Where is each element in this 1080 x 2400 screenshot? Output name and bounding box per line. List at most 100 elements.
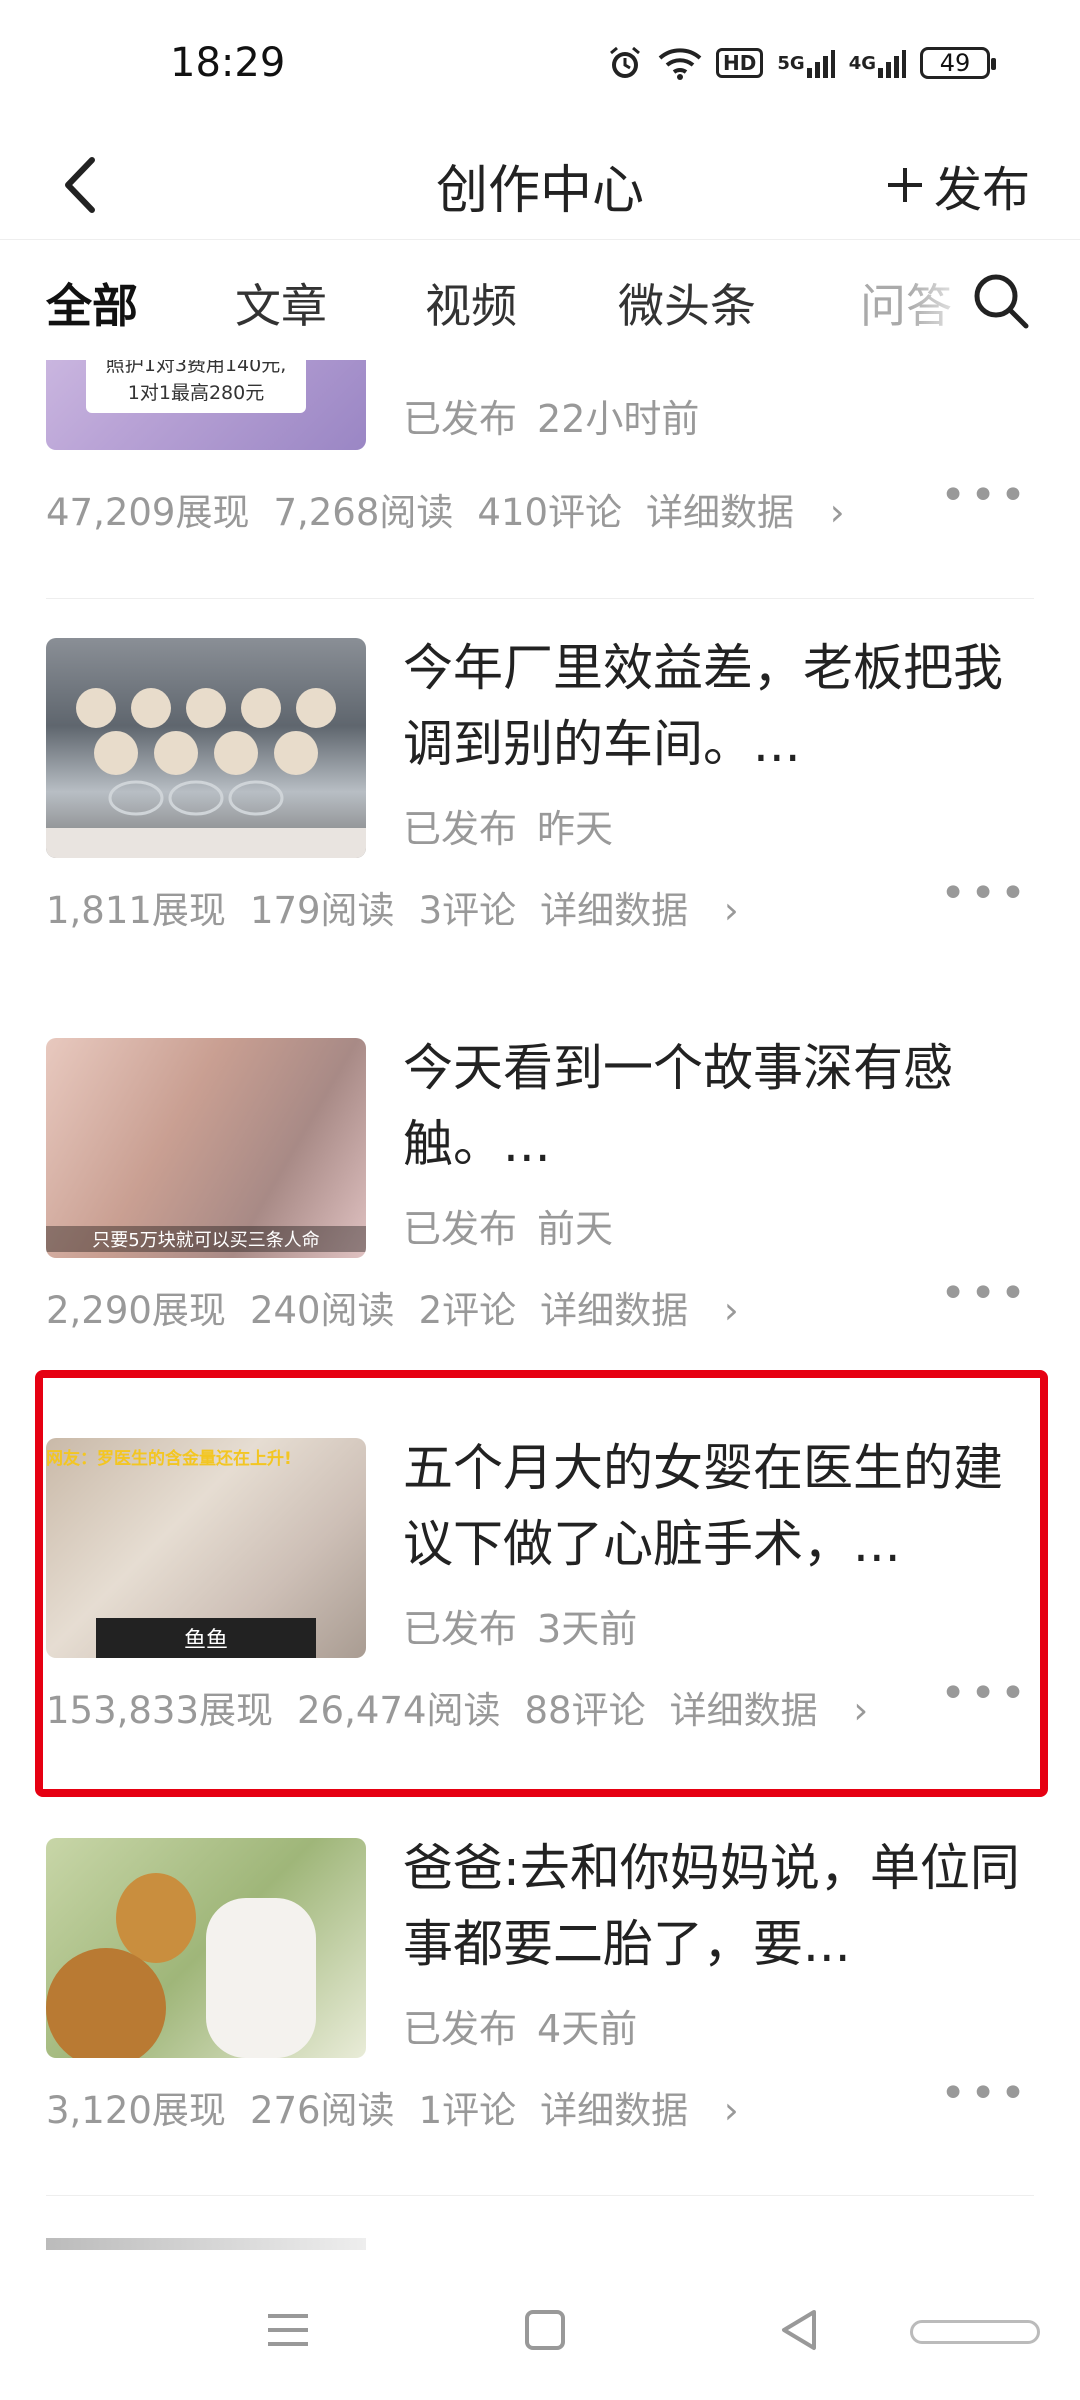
tab-articles[interactable]: 文章: [235, 270, 327, 336]
thumbnail-caption: 只要5万块就可以买三条人命: [46, 1226, 366, 1252]
item-stats: 2,290展现 240阅读 2评论 详细数据 ›: [46, 1280, 763, 1334]
system-nav-bar: [0, 2250, 1080, 2400]
thumbnail-caption: 照护1对3费用140元, 1对1最高280元: [86, 360, 306, 413]
item-meta: 已发布 前天: [403, 1198, 613, 1253]
home-button[interactable]: [515, 2300, 575, 2360]
menu-button[interactable]: [258, 2300, 318, 2360]
divider: [46, 598, 1034, 599]
status-time: 18:29: [170, 40, 286, 86]
list-item[interactable]: 照护1对3费用140元, 1对1最高280元 已发布 22小时前 47,209展现…: [0, 360, 1080, 630]
signal-4g-icon: 4G: [849, 48, 906, 78]
list-item[interactable]: 网友：罗医生的含金量还在上升! 鱼鱼 五个月大的女婴在医生的建议下做了心脏手术，…: [0, 1430, 1080, 1830]
item-meta: 已发布 昨天: [403, 798, 613, 853]
reads-count: 26,474阅读: [297, 1689, 501, 1732]
publish-status: 已发布: [403, 2007, 518, 2051]
item-stats: 1,811展现 179阅读 3评论 详细数据 ›: [46, 880, 763, 934]
item-headline[interactable]: 爸爸:去和你妈妈说，单位同事都要二胎了，要...: [403, 1830, 1033, 1982]
status-bar: 18:29 HD 5G 4G 49: [0, 0, 1080, 130]
back-nav-button[interactable]: [770, 2300, 830, 2360]
item-headline[interactable]: 五个月大的女婴在医生的建议下做了心脏手术，...: [403, 1430, 1033, 1582]
comments-count: 3评论: [418, 889, 517, 932]
search-button[interactable]: [970, 270, 1032, 332]
thumbnail-image: [46, 1838, 366, 2058]
item-stats: 3,120展现 276阅读 1评论 详细数据 ›: [46, 2080, 763, 2134]
publish-time: 前天: [537, 1207, 614, 1251]
content-list: 照护1对3费用140元, 1对1最高280元 已发布 22小时前 47,209展现…: [0, 360, 1080, 2260]
item-headline[interactable]: 今年厂里效益差，老板把我调到别的车间。...: [403, 630, 1033, 782]
publish-button[interactable]: 发布: [884, 150, 1030, 220]
item-headline[interactable]: 今天看到一个故事深有感触。...: [403, 1030, 1033, 1182]
more-options-icon[interactable]: •••: [940, 1668, 1030, 1719]
alarm-icon: [606, 44, 644, 82]
thumbnail-image: 照护1对3费用140元, 1对1最高280元: [46, 360, 366, 450]
more-options-icon[interactable]: •••: [940, 2068, 1030, 2119]
thumbnail-caption: 鱼鱼: [96, 1618, 316, 1658]
detail-data-link[interactable]: 详细数据 ›: [670, 1689, 869, 1732]
thumbnail-image: 只要5万块就可以买三条人命: [46, 1038, 366, 1258]
tab-all[interactable]: 全部: [46, 270, 138, 336]
square-icon: [525, 2310, 565, 2350]
detail-data-link[interactable]: 详细数据 ›: [540, 1289, 739, 1332]
tab-videos[interactable]: 视频: [425, 270, 517, 336]
app-header: 创作中心 发布: [0, 130, 1080, 240]
divider: [46, 2195, 1034, 2196]
publish-label: 发布: [933, 162, 1030, 218]
detail-data-link[interactable]: 详细数据 ›: [646, 491, 845, 534]
item-meta: 已发布 3天前: [403, 1598, 637, 1653]
views-count: 3,120展现: [46, 2089, 226, 2132]
thumbnail-top-caption: 网友：罗医生的含金量还在上升!: [46, 1449, 292, 1469]
more-options-icon[interactable]: •••: [940, 470, 1030, 521]
thumbnail-image: 网友：罗医生的含金量还在上升! 鱼鱼: [46, 1438, 366, 1658]
list-item[interactable]: 爸爸:去和你妈妈说，单位同事都要二胎了，要... 已发布 4天前 3,120展现 2…: [0, 1830, 1080, 2230]
battery-icon: 49: [920, 47, 996, 79]
detail-data-label: 详细数据: [669, 1689, 818, 1732]
comments-count: 2评论: [418, 1289, 517, 1332]
status-icons: HD 5G 4G 49: [606, 44, 996, 82]
floating-indicator: [910, 2320, 1040, 2344]
publish-time: 22小时前: [537, 397, 700, 441]
reads-count: 179阅读: [249, 889, 395, 932]
views-count: 2,290展现: [46, 1289, 226, 1332]
list-item[interactable]: 只要5万块就可以买三条人命 今天看到一个故事深有感触。... 已发布 前天 2,2…: [0, 1030, 1080, 1430]
detail-data-link[interactable]: 详细数据 ›: [540, 889, 739, 932]
reads-count: 240阅读: [249, 1289, 395, 1332]
publish-status: 已发布: [403, 1607, 518, 1651]
publish-time: 3天前: [537, 1607, 638, 1651]
factory-image: [46, 688, 366, 858]
comments-count: 88评论: [524, 1689, 646, 1732]
plus-icon: [887, 168, 922, 202]
detail-data-label: 详细数据: [540, 2089, 689, 2132]
publish-status: 已发布: [403, 1207, 518, 1251]
views-count: 1,811展现: [46, 889, 226, 932]
views-count: 47,209展现: [46, 491, 250, 534]
more-options-icon[interactable]: •••: [940, 868, 1030, 919]
search-icon: [974, 274, 1029, 329]
tab-micro-posts[interactable]: 微头条: [618, 270, 756, 336]
views-count: 153,833展现: [46, 1689, 274, 1732]
item-meta: 已发布 4天前: [403, 1998, 637, 2053]
item-meta: 已发布 22小时前: [403, 388, 699, 443]
triangle-back-icon: [782, 2310, 816, 2350]
list-item[interactable]: 今年厂里效益差，老板把我调到别的车间。... 已发布 昨天 1,811展现 179阅…: [0, 630, 1080, 1030]
more-options-icon[interactable]: •••: [940, 1268, 1030, 1319]
hd-icon: HD: [716, 48, 764, 78]
menu-icon: [268, 2314, 308, 2346]
publish-status: 已发布: [403, 807, 518, 851]
detail-data-label: 详细数据: [540, 889, 689, 932]
publish-time: 昨天: [537, 807, 614, 851]
item-stats: 153,833展现 26,474阅读 88评论 详细数据 ›: [46, 1680, 892, 1734]
signal-5g-icon: 5G: [777, 48, 835, 78]
item-stats: 47,209展现 7,268阅读 410评论 详细数据 ›: [46, 482, 869, 536]
comments-count: 410评论: [477, 491, 623, 534]
tab-qa[interactable]: 问答: [860, 270, 980, 336]
category-tabs: 全部 文章 视频 微头条 问答: [0, 240, 1080, 360]
reads-count: 276阅读: [249, 2089, 395, 2132]
wifi-icon: [658, 46, 702, 80]
detail-data-label: 详细数据: [646, 491, 795, 534]
publish-status: 已发布: [403, 397, 518, 441]
publish-time: 4天前: [537, 2007, 638, 2051]
comments-count: 1评论: [418, 2089, 517, 2132]
reads-count: 7,268阅读: [273, 491, 454, 534]
detail-data-link[interactable]: 详细数据 ›: [540, 2089, 739, 2132]
screen: 18:29 HD 5G 4G 49 创作中心 发布 全部 文章 视频 微头条 问…: [0, 0, 1080, 2400]
